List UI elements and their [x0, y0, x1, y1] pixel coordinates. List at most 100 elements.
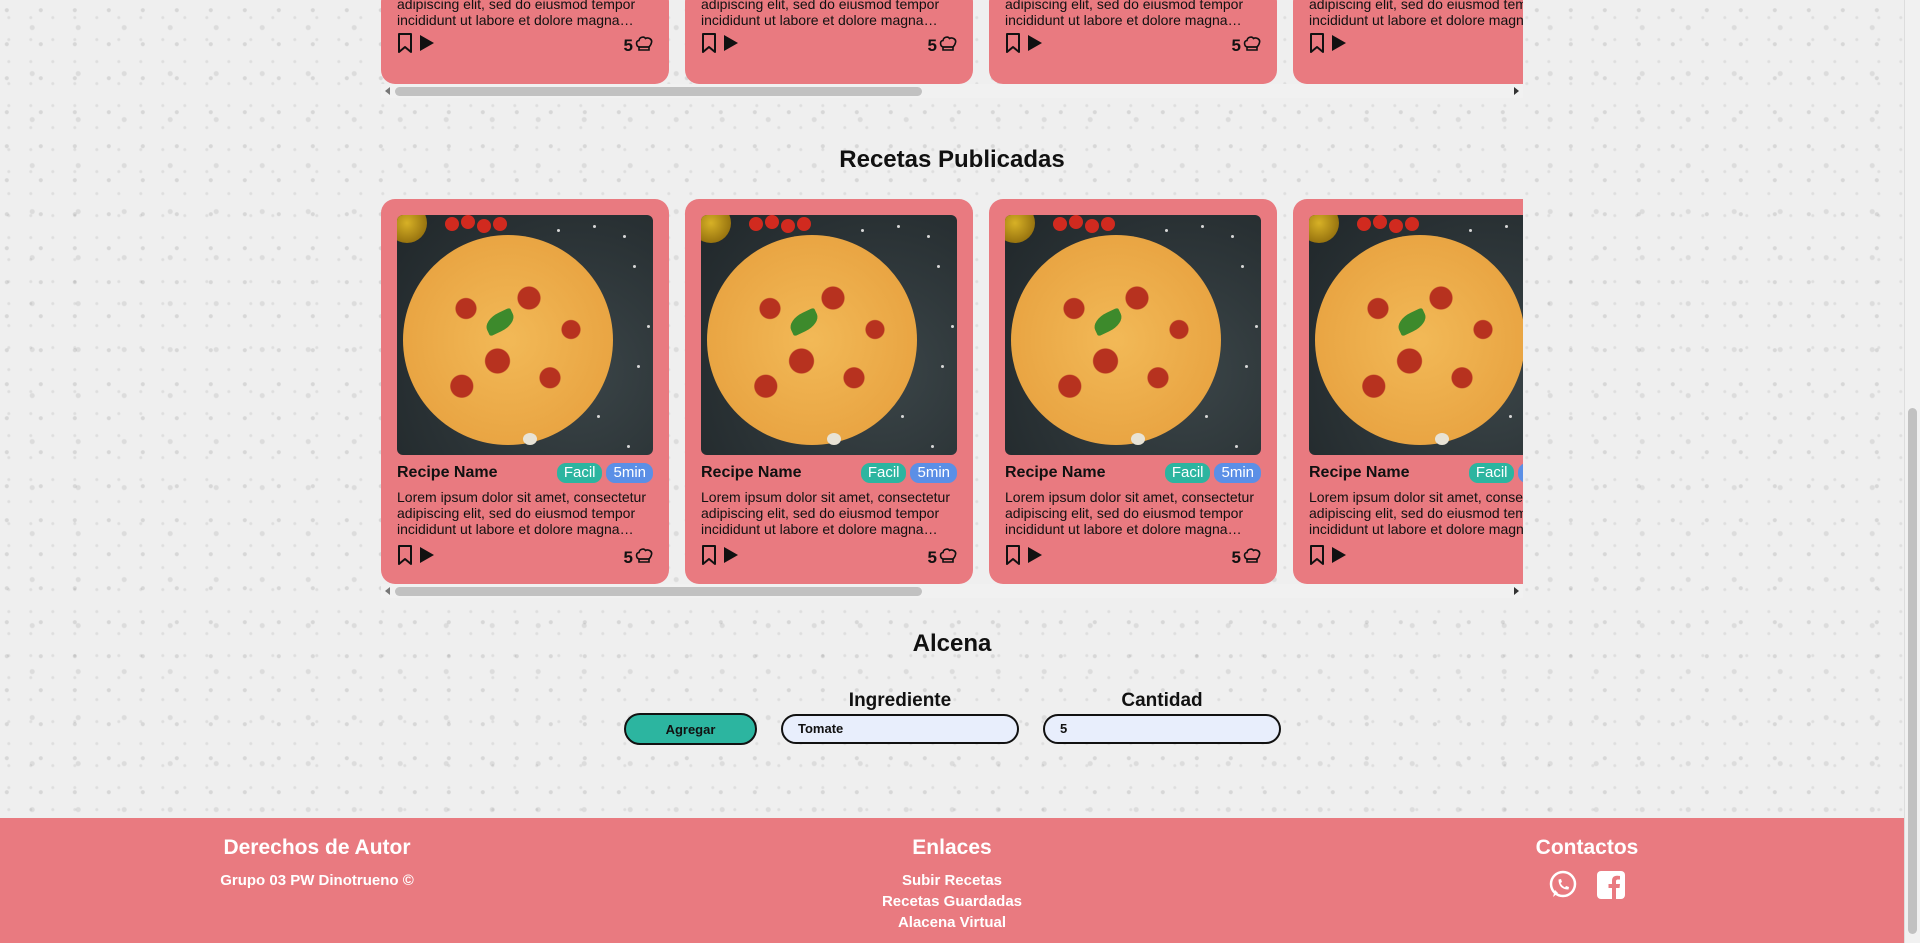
- play-icon[interactable]: [1331, 34, 1347, 57]
- recipe-description: Lorem ipsum dolor sit amet, consectetur …: [397, 489, 646, 537]
- link-saved-recipes[interactable]: Recetas Guardadas: [802, 891, 1102, 912]
- rating-value: 5: [623, 547, 633, 567]
- pepper-speck: [1255, 325, 1258, 328]
- page-scrollbar-thumb[interactable]: [1908, 408, 1917, 934]
- saved-recipe-card[interactable]: Lorem ipsum dolor sit amet, consectetur …: [989, 0, 1277, 84]
- bookmark-icon[interactable]: [397, 33, 413, 58]
- card-actions: [701, 545, 739, 570]
- link-upload-recipes[interactable]: Subir Recetas: [802, 870, 1102, 891]
- contacts-column: Contactos: [1487, 836, 1687, 905]
- scroll-left-arrow[interactable]: [385, 587, 390, 595]
- bookmark-icon[interactable]: [701, 545, 717, 570]
- cherry-tomato: [749, 217, 763, 231]
- rating-value: 5: [1231, 35, 1241, 55]
- recipe-description: Lorem ipsum dolor sit amet, consectetur …: [701, 489, 950, 537]
- play-icon[interactable]: [1331, 546, 1347, 569]
- social-links: [1487, 870, 1687, 905]
- bookmark-icon[interactable]: [1005, 545, 1021, 570]
- time-badge: 5min: [1518, 463, 1523, 483]
- play-icon[interactable]: [1027, 546, 1043, 569]
- scrollbar-thumb[interactable]: [395, 587, 922, 596]
- pepper-speck: [1205, 415, 1208, 418]
- pepper-speck: [627, 445, 630, 448]
- pepper-speck: [1235, 445, 1238, 448]
- pepper-speck: [633, 265, 636, 268]
- published-recipes-scrollbar[interactable]: [381, 584, 1523, 598]
- card-rating: 5: [624, 35, 653, 56]
- play-icon[interactable]: [723, 34, 739, 57]
- cherry-tomato: [1405, 217, 1419, 231]
- saved-recipes-scrollbar[interactable]: [381, 84, 1523, 98]
- pepper-speck: [861, 229, 864, 232]
- scroll-left-arrow[interactable]: [385, 87, 390, 95]
- recipe-badges: Facil 5min: [1468, 463, 1523, 483]
- card-rating: 5: [928, 35, 957, 56]
- cherry-tomato: [477, 219, 491, 233]
- saved-recipe-card[interactable]: Lorem ipsum dolor sit amet, consectetur …: [381, 0, 669, 84]
- play-icon[interactable]: [1027, 34, 1043, 57]
- recipe-image[interactable]: [1005, 215, 1261, 455]
- bookmark-icon[interactable]: [397, 545, 413, 570]
- facebook-icon[interactable]: [1596, 870, 1626, 905]
- pepper-speck: [1509, 415, 1512, 418]
- recipe-description: Lorem ipsum dolor sit amet, consectetur …: [1005, 489, 1254, 537]
- bookmark-icon[interactable]: [1005, 33, 1021, 58]
- scrollbar-thumb[interactable]: [395, 87, 922, 96]
- cherry-tomato: [781, 219, 795, 233]
- saved-recipe-card[interactable]: Lorem ipsum dolor sit amet, consectetur …: [1293, 0, 1523, 84]
- pepper-speck: [931, 445, 934, 448]
- published-recipes-carousel[interactable]: Recipe Name Facil 5min Lorem ipsum dolor…: [381, 199, 1523, 585]
- add-ingredient-button[interactable]: Agregar: [624, 713, 757, 745]
- recipe-image[interactable]: [397, 215, 653, 455]
- saved-recipes-carousel[interactable]: Lorem ipsum dolor sit amet, consectetur …: [381, 0, 1523, 84]
- card-rating: 5: [624, 547, 653, 568]
- chef-hat-icon: [1243, 547, 1261, 568]
- recipe-badges: Facil 5min: [860, 463, 957, 483]
- published-recipes-title: Recetas Publicadas: [839, 146, 1065, 173]
- saved-recipe-card[interactable]: Lorem ipsum dolor sit amet, consectetur …: [685, 0, 973, 84]
- published-recipe-card[interactable]: Recipe Name Facil 5min Lorem ipsum dolor…: [685, 199, 973, 584]
- card-actions: [397, 545, 435, 570]
- pepper-speck: [647, 325, 650, 328]
- link-virtual-pantry[interactable]: Alacena Virtual: [802, 912, 1102, 933]
- quantity-label: Cantidad: [1121, 690, 1203, 711]
- scroll-right-arrow[interactable]: [1514, 587, 1519, 595]
- chef-hat-icon: [635, 35, 653, 56]
- pepper-speck: [1505, 225, 1508, 228]
- recipe-name: Recipe Name: [1005, 464, 1106, 481]
- pepper-speck: [937, 265, 940, 268]
- scroll-right-arrow[interactable]: [1514, 87, 1519, 95]
- cherry-tomato: [1357, 217, 1371, 231]
- recipe-image[interactable]: [701, 215, 957, 455]
- card-actions: [1309, 33, 1347, 58]
- published-recipe-card[interactable]: Recipe Name Facil 5min Lorem ipsum dolor…: [989, 199, 1277, 584]
- chef-hat-icon: [939, 547, 957, 568]
- pantry-title: Alcena: [912, 630, 992, 657]
- card-rating: 5: [928, 547, 957, 568]
- recipe-name: Recipe Name: [1309, 464, 1410, 481]
- published-recipe-card[interactable]: Recipe Name Facil 5min Lorem ipsum dolor…: [381, 199, 669, 584]
- recipe-description: Lorem ipsum dolor sit amet, consectetur …: [1309, 0, 1523, 28]
- pepper-speck: [901, 415, 904, 418]
- published-recipe-card[interactable]: Recipe Name Facil 5min Lorem ipsum dolor…: [1293, 199, 1523, 584]
- bookmark-icon[interactable]: [1309, 33, 1325, 58]
- copyright-title: Derechos de Autor: [223, 836, 411, 859]
- copyright-text: Grupo 03 PW Dinotrueno ©: [220, 872, 414, 889]
- card-actions: [1005, 545, 1043, 570]
- bookmark-icon[interactable]: [701, 33, 717, 58]
- contacts-title: Contactos: [1535, 836, 1639, 859]
- pepper-speck: [1245, 365, 1248, 368]
- quantity-input[interactable]: 5: [1043, 714, 1281, 744]
- whatsapp-icon[interactable]: [1548, 870, 1578, 905]
- recipe-image[interactable]: [1309, 215, 1523, 455]
- time-badge: 5min: [606, 463, 653, 483]
- play-icon[interactable]: [419, 34, 435, 57]
- recipe-name: Recipe Name: [701, 464, 802, 481]
- play-icon[interactable]: [723, 546, 739, 569]
- bookmark-icon[interactable]: [1309, 545, 1325, 570]
- play-icon[interactable]: [419, 546, 435, 569]
- recipe-description: Lorem ipsum dolor sit amet, consectetur …: [701, 0, 940, 28]
- pepper-speck: [951, 325, 954, 328]
- ingredient-input[interactable]: Tomate: [781, 714, 1019, 744]
- page-scrollbar[interactable]: [1904, 0, 1920, 943]
